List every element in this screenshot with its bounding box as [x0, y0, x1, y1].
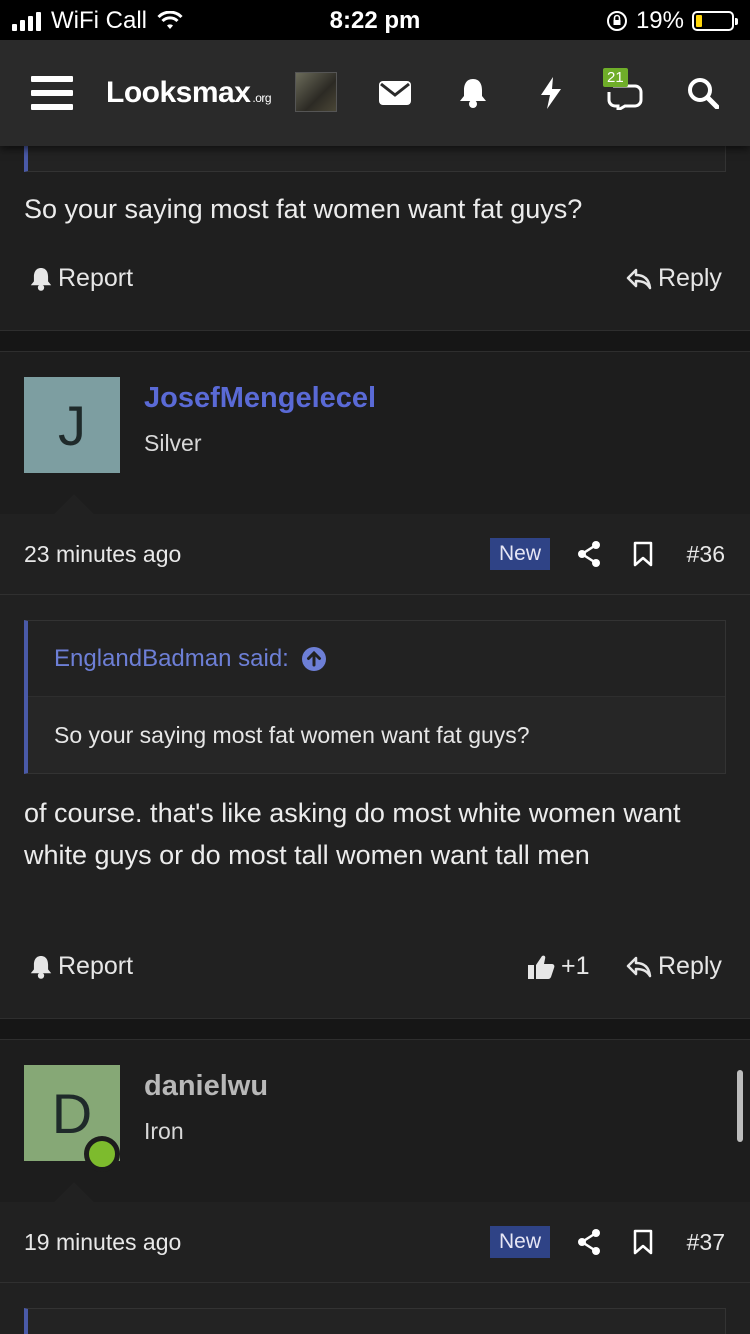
- status-right: 19%: [606, 7, 738, 35]
- post-number[interactable]: #37: [687, 1229, 725, 1256]
- report-label: Report: [58, 952, 134, 980]
- user-rank: Silver: [144, 430, 202, 456]
- quote-block: [24, 1308, 726, 1334]
- reply-label: Reply: [658, 952, 722, 980]
- post-timestamp[interactable]: 19 minutes ago: [24, 1229, 181, 1256]
- like-count: +1: [561, 952, 590, 980]
- menu-button[interactable]: [20, 40, 84, 146]
- arrow-up-circle-icon: [301, 646, 326, 671]
- quote-text: So your saying most fat women want fat g…: [28, 697, 725, 773]
- avatar[interactable]: J: [24, 377, 120, 473]
- bookmark-icon: [633, 541, 653, 567]
- logo-text: Looksmax: [106, 76, 251, 109]
- user-avatar-thumbnail[interactable]: [295, 72, 337, 112]
- username-link[interactable]: JosefMengelecel: [144, 382, 376, 415]
- post-35: [0, 146, 750, 330]
- orientation-lock-icon: [606, 11, 627, 31]
- top-nav: Looksmax .org 21: [0, 40, 750, 146]
- new-badge: New: [490, 538, 550, 570]
- inbox-button[interactable]: [372, 40, 418, 146]
- reply-label: Reply: [658, 264, 722, 292]
- quote-author: EnglandBadman said:: [54, 644, 289, 672]
- new-badge: New: [490, 1226, 550, 1258]
- bookmark-button[interactable]: [629, 540, 657, 568]
- post-text: of course. that's like asking do most wh…: [24, 798, 681, 870]
- post-number[interactable]: #36: [687, 541, 725, 568]
- reply-button[interactable]: Reply: [626, 952, 722, 981]
- site-logo[interactable]: Looksmax .org: [106, 76, 272, 110]
- share-button[interactable]: [575, 1228, 603, 1256]
- alerts-count-badge: 21: [603, 68, 628, 87]
- avatar-letter: J: [58, 393, 86, 457]
- alerts-button[interactable]: [450, 40, 496, 146]
- report-button[interactable]: Report: [30, 952, 133, 981]
- meta-separator: [0, 1282, 750, 1283]
- share-icon: [578, 1229, 600, 1255]
- quote-block: EnglandBadman said: So your saying most …: [24, 620, 726, 774]
- status-bar: WiFi Call 8:22 pm 19%: [0, 0, 750, 40]
- like-button[interactable]: +1: [527, 952, 590, 981]
- search-icon: [688, 78, 719, 109]
- bookmark-button[interactable]: [629, 1228, 657, 1256]
- online-status-indicator: [84, 1136, 120, 1172]
- post-divider: [0, 330, 750, 352]
- quote-header[interactable]: EnglandBadman said:: [28, 621, 725, 697]
- meta-separator: [0, 594, 750, 595]
- share-icon: [578, 541, 600, 567]
- search-button[interactable]: [680, 40, 726, 146]
- username-link[interactable]: danielwu: [144, 1070, 268, 1103]
- scrollbar[interactable]: [737, 1070, 743, 1142]
- user-rank: Iron: [144, 1118, 184, 1144]
- conversations-button[interactable]: [600, 40, 650, 146]
- avatar-letter: D: [51, 1081, 93, 1145]
- reply-arrow-icon: [626, 268, 652, 289]
- hamburger-icon: [31, 76, 73, 110]
- bell-icon: [30, 267, 52, 291]
- reply-button[interactable]: Reply: [626, 264, 722, 293]
- lightning-icon: [541, 77, 561, 109]
- share-button[interactable]: [575, 540, 603, 568]
- report-label: Report: [58, 264, 134, 292]
- reply-arrow-icon: [626, 956, 652, 977]
- post-timestamp[interactable]: 23 minutes ago: [24, 541, 181, 568]
- report-button[interactable]: Report: [30, 264, 133, 293]
- bell-icon: [30, 955, 52, 979]
- bookmark-icon: [633, 1229, 653, 1255]
- post-text: So your saying most fat women want fat g…: [24, 194, 583, 224]
- post-pointer: [54, 1182, 94, 1202]
- whats-new-button[interactable]: [528, 40, 574, 146]
- battery-percent: 19%: [635, 7, 684, 34]
- post-divider: [0, 1018, 750, 1040]
- envelope-icon: [379, 81, 411, 105]
- post-pointer: [54, 494, 94, 514]
- logo-suffix: .org: [252, 91, 272, 105]
- bell-icon: [460, 79, 486, 108]
- thumbs-up-icon: [528, 955, 555, 979]
- battery-icon: [692, 11, 738, 31]
